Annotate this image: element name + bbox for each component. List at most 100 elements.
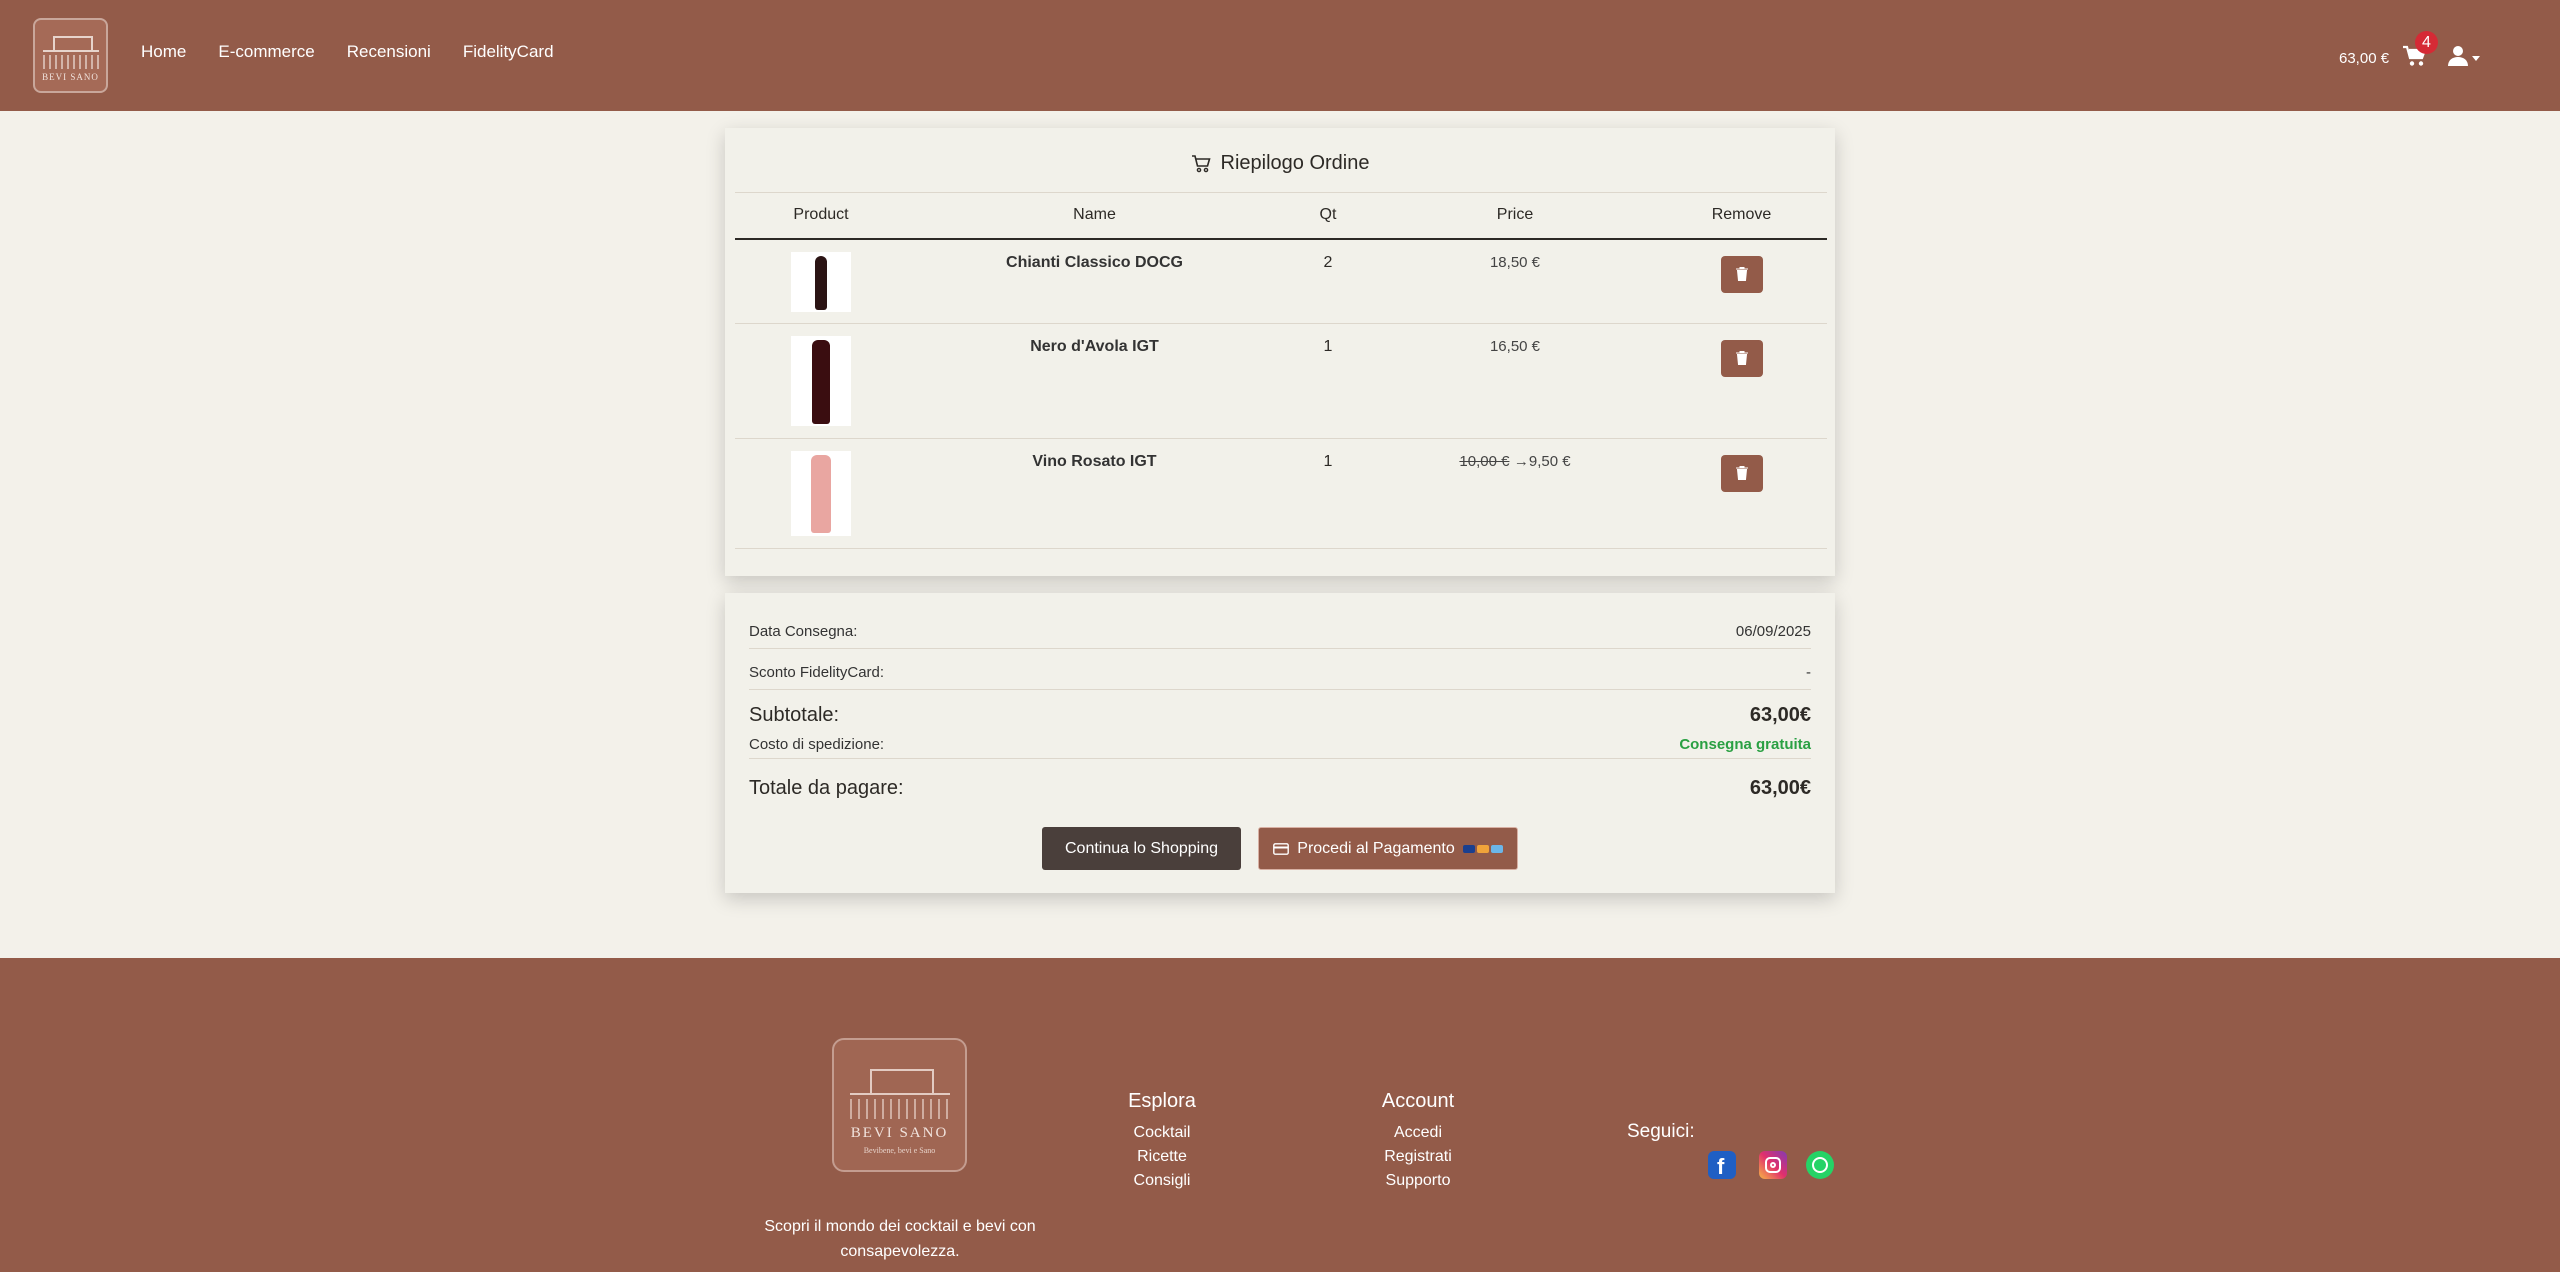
continue-shopping-button[interactable]: Continua lo Shopping <box>1042 827 1241 870</box>
fidelity-discount-row: Sconto FidelityCard: - <box>749 656 1811 690</box>
site-footer: BEVI SANO Bevibene, bevi e Sano Scopri i… <box>0 958 2560 1272</box>
shipping-row: Costo di spedizione: Consegna gratuita <box>749 731 1811 759</box>
delivery-date-value: 06/09/2025 <box>1735 623 1811 640</box>
table-header-row: Product Name Qt Price Remove <box>735 192 1827 240</box>
footer-logo-vineyard-graphic <box>849 1099 950 1119</box>
subtotal-value: 63,00€ <box>1749 703 1811 726</box>
product-image[interactable] <box>791 336 851 426</box>
price-arrow: → <box>1513 453 1529 470</box>
footer-logo-villa-graphic <box>849 1055 950 1095</box>
footer-logo-brand-text: BEVI SANO <box>850 1125 949 1141</box>
column-header-price: Price <box>1374 192 1656 240</box>
footer-link-ricette[interactable]: Ricette <box>1112 1145 1212 1169</box>
price-cell: 16,50 € <box>1374 323 1656 439</box>
qty-cell: 1 <box>1282 323 1374 439</box>
nav-link-ecommerce[interactable]: E-commerce <box>218 42 314 62</box>
checkout-label: Procedi al Pagamento <box>1297 839 1455 857</box>
product-image[interactable] <box>791 451 851 536</box>
qty-cell: 1 <box>1282 438 1374 549</box>
facebook-icon[interactable]: f <box>1708 1151 1736 1179</box>
product-cell <box>735 323 907 439</box>
trash-icon <box>1735 266 1748 281</box>
top-navbar: BEVI SANO Home E-commerce Recensioni Fid… <box>0 0 2560 111</box>
table-row: Nero d'Avola IGT 1 16,50 € <box>735 323 1827 439</box>
product-name: Chianti Classico DOCG <box>1006 253 1183 271</box>
name-cell: Chianti Classico DOCG <box>907 238 1282 324</box>
price-cell: 18,50 € <box>1374 238 1656 324</box>
cart-count-badge: 4 <box>2415 31 2438 54</box>
user-menu-chevron-down-icon[interactable] <box>2472 56 2480 61</box>
name-cell: Nero d'Avola IGT <box>907 323 1282 439</box>
nav-link-recensioni[interactable]: Recensioni <box>347 42 431 62</box>
remove-cell <box>1656 238 1827 324</box>
checkout-button[interactable]: Procedi al Pagamento <box>1258 827 1518 870</box>
order-table: Product Name Qt Price Remove Chianti Cla… <box>735 192 1827 549</box>
column-header-product: Product <box>735 192 907 240</box>
name-cell: Vino Rosato IGT <box>907 438 1282 549</box>
order-summary-card: Riepilogo Ordine Product Name Qt Price R… <box>725 128 1835 576</box>
footer-link-registrati[interactable]: Registrati <box>1368 1145 1468 1169</box>
remove-item-button[interactable] <box>1720 455 1763 492</box>
logo-villa-graphic <box>42 30 99 52</box>
footer-account-title: Account <box>1381 1090 1455 1112</box>
column-header-remove: Remove <box>1656 192 1827 240</box>
footer-link-cocktail[interactable]: Cocktail <box>1112 1121 1212 1145</box>
remove-item-button[interactable] <box>1720 340 1763 377</box>
site-logo[interactable]: BEVI SANO <box>33 18 108 93</box>
wine-bottle-graphic <box>811 455 831 533</box>
table-row: Chianti Classico DOCG 2 18,50 € <box>735 238 1827 324</box>
footer-link-supporto[interactable]: Supporto <box>1368 1169 1468 1193</box>
cart-total[interactable]: 63,00 € <box>2339 50 2389 67</box>
nav-link-fidelitycard[interactable]: FidelityCard <box>463 42 554 62</box>
column-header-name: Name <box>907 192 1282 240</box>
continue-shopping-label: Continua lo Shopping <box>1064 839 1218 857</box>
payment-cards-icon <box>1462 844 1503 853</box>
footer-account-column: Account Accedi Registrati Supporto <box>1368 1090 1468 1193</box>
credit-card-icon <box>1273 842 1290 855</box>
footer-esplora-column: Esplora Cocktail Ricette Consigli <box>1112 1090 1212 1193</box>
footer-tagline: Scopri il mondo dei cocktail e bevi con … <box>764 1218 1036 1260</box>
totals-card: Data Consegna: 06/09/2025 Sconto Fidelit… <box>725 593 1835 893</box>
product-name: Vino Rosato IGT <box>1032 453 1157 470</box>
fidelity-discount-label: Sconto FidelityCard: <box>749 664 885 681</box>
instagram-icon[interactable] <box>1759 1151 1787 1179</box>
footer-logo-subtext: Bevibene, bevi e Sano <box>863 1146 936 1155</box>
whatsapp-icon[interactable] <box>1806 1151 1834 1179</box>
discounted-price: 9,50 € <box>1528 453 1571 470</box>
product-cell <box>735 238 907 324</box>
total-value: 63,00€ <box>1749 776 1811 799</box>
wine-bottle-graphic <box>815 255 827 310</box>
order-title: Riepilogo Ordine <box>725 152 1835 175</box>
nav-link-home[interactable]: Home <box>141 42 186 62</box>
subtotal-row: Subtotale: 63,00€ <box>749 699 1811 731</box>
remove-cell <box>1656 438 1827 549</box>
order-title-text: Riepilogo Ordine <box>1220 152 1370 174</box>
remove-item-button[interactable] <box>1720 255 1763 293</box>
cart-outline-icon <box>1191 154 1211 172</box>
user-icon[interactable] <box>2448 45 2468 67</box>
trash-icon <box>1735 351 1748 365</box>
footer-esplora-title: Esplora <box>1128 1090 1196 1112</box>
delivery-date-label: Data Consegna: <box>749 623 858 640</box>
qty-cell: 2 <box>1282 238 1374 324</box>
product-price: 18,50 € <box>1489 253 1541 271</box>
logo-vineyard-graphic <box>42 54 99 69</box>
table-row: Vino Rosato IGT 1 10,00 € →9,50 € <box>735 438 1827 549</box>
subtotal-label: Subtotale: <box>749 703 840 726</box>
shipping-value: Consegna gratuita <box>1679 736 1811 753</box>
footer-link-accedi[interactable]: Accedi <box>1368 1121 1468 1145</box>
footer-logo[interactable]: BEVI SANO Bevibene, bevi e Sano <box>832 1038 967 1172</box>
footer-link-consigli[interactable]: Consigli <box>1112 1169 1212 1193</box>
product-price: 16,50 € <box>1489 338 1541 355</box>
trash-icon <box>1735 466 1748 480</box>
product-name: Nero d'Avola IGT <box>1030 338 1159 355</box>
delivery-date-row: Data Consegna: 06/09/2025 <box>749 615 1811 649</box>
product-cell <box>735 438 907 549</box>
shipping-label: Costo di spedizione: <box>749 736 885 753</box>
product-image[interactable] <box>791 251 851 312</box>
follow-us-label: Seguici: <box>1627 1121 1695 1142</box>
price-cell: 10,00 € →9,50 € <box>1374 438 1656 549</box>
fidelity-discount-value: - <box>1806 664 1811 681</box>
total-label: Totale da pagare: <box>749 776 904 799</box>
wine-bottle-graphic <box>812 340 830 424</box>
